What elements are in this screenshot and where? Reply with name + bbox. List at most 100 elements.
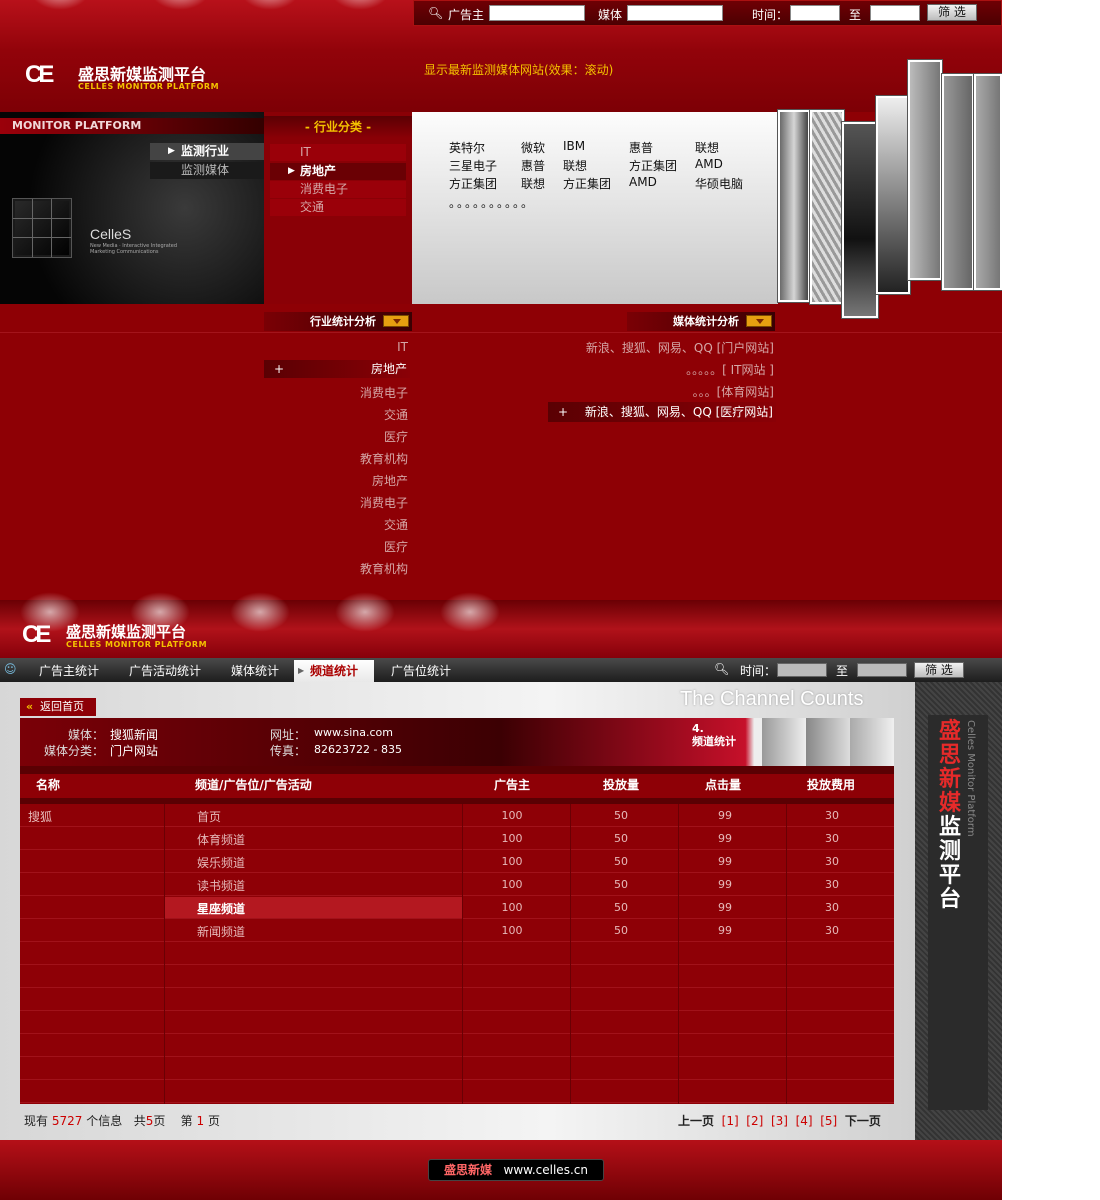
- tab-advertiser-stats[interactable]: 广告主统计: [39, 662, 99, 679]
- time-label: 时间：: [752, 8, 789, 22]
- tab-channel-stats[interactable]: ▶ 频道统计: [294, 660, 374, 684]
- channel-cell[interactable]: 娱乐频道: [197, 854, 245, 871]
- dropdown-arrow-icon[interactable]: [746, 315, 772, 327]
- page-link[interactable]: [4]: [796, 1114, 813, 1128]
- media-analysis-header[interactable]: 媒体统计分析: [627, 312, 775, 331]
- category-title: - 行业分类 -: [264, 116, 412, 138]
- value-cell: 99: [718, 878, 732, 891]
- back-home-button[interactable]: «返回首页: [20, 698, 96, 716]
- col-header-name: 名称: [36, 778, 61, 792]
- filter-button[interactable]: 筛 选: [914, 662, 964, 678]
- industry-item[interactable]: 房地产: [264, 472, 408, 489]
- plus-icon: +: [274, 362, 285, 376]
- time-to-input[interactable]: [857, 663, 907, 677]
- page-link[interactable]: [2]: [746, 1114, 763, 1128]
- photo-strip: [810, 110, 844, 304]
- media-item[interactable]: 。。。。。[ IT网站 ]: [548, 361, 774, 378]
- media-input[interactable]: [627, 5, 723, 21]
- page-link[interactable]: [5]: [820, 1114, 837, 1128]
- brand-link[interactable]: 英特尔: [449, 139, 485, 156]
- industry-item[interactable]: 医疗: [264, 428, 408, 445]
- media-item[interactable]: 。。。[体育网站]: [548, 383, 774, 400]
- industry-item[interactable]: IT: [264, 340, 408, 354]
- photo-strip: [942, 74, 974, 290]
- industry-item[interactable]: 教育机构: [264, 450, 408, 467]
- category-item[interactable]: IT: [270, 144, 406, 161]
- brand-link[interactable]: AMD: [695, 157, 723, 171]
- value-cell: 50: [614, 878, 628, 891]
- industry-item[interactable]: 交通: [264, 406, 408, 423]
- category-item-selected[interactable]: ▶ 房地产: [270, 163, 406, 180]
- menu-monitor-media[interactable]: 监测媒体: [150, 162, 264, 179]
- current-page: 1: [196, 1114, 205, 1128]
- brand-link[interactable]: 华硕电脑: [695, 175, 743, 192]
- col-header-advertiser: 广告主: [494, 778, 531, 792]
- channel-cell[interactable]: 读书频道: [197, 877, 245, 894]
- prev-page-link[interactable]: 上一页: [678, 1114, 714, 1128]
- brand-link[interactable]: 方正集团: [449, 175, 497, 192]
- channel-cell[interactable]: 首页: [197, 808, 221, 825]
- value-cell: 50: [614, 924, 628, 937]
- industry-item[interactable]: 消费电子: [264, 384, 408, 401]
- channel-cell[interactable]: 体育频道: [197, 831, 245, 848]
- industry-analysis-header[interactable]: 行业统计分析: [264, 312, 412, 331]
- brand-link[interactable]: 惠普: [629, 139, 653, 156]
- time-from-input[interactable]: [777, 663, 827, 677]
- brand-link[interactable]: 方正集团: [629, 157, 677, 174]
- brand-link[interactable]: 联想: [695, 139, 719, 156]
- page-link[interactable]: [3]: [771, 1114, 788, 1128]
- brand-link[interactable]: 惠普: [521, 157, 545, 174]
- brand-link[interactable]: 联想: [563, 157, 587, 174]
- tab-campaign-stats[interactable]: 广告活动统计: [129, 662, 201, 679]
- industry-item[interactable]: 教育机构: [264, 560, 408, 577]
- value-cell: 100: [501, 924, 523, 937]
- next-page-link[interactable]: 下一页: [845, 1114, 881, 1128]
- footer-url[interactable]: www.celles.cn: [504, 1163, 588, 1177]
- logo-subtitle: CELLES MONITOR PLATFORM: [66, 640, 208, 649]
- plus-icon: +: [558, 405, 569, 419]
- tab-placement-stats[interactable]: 广告位统计: [391, 662, 451, 679]
- photo-collage: [778, 58, 1002, 320]
- media-item-selected[interactable]: + 新浪、搜狐、网易、QQ [医疗网站]: [548, 402, 776, 422]
- arrow-icon: ▶: [288, 166, 295, 176]
- time-from-input[interactable]: [790, 5, 840, 21]
- media-label: 媒体: [598, 8, 623, 22]
- channel-cell[interactable]: 新闻频道: [197, 923, 245, 940]
- brand-name: CelleS: [90, 226, 132, 242]
- arrow-icon: ▶: [298, 666, 305, 675]
- value-cell: 100: [501, 901, 523, 914]
- logo-title: 盛思新媒监测平台: [66, 623, 187, 641]
- menu-monitor-industry[interactable]: ▶ 监测行业: [150, 143, 264, 160]
- industry-item-selected[interactable]: + 房地产: [264, 360, 410, 378]
- brand-link[interactable]: 联想: [521, 175, 545, 192]
- value-cell: 30: [825, 832, 839, 845]
- brand-link[interactable]: AMD: [629, 175, 657, 189]
- value-cell: 30: [825, 855, 839, 868]
- value-cell: 99: [718, 924, 732, 937]
- value-cell: 100: [501, 878, 523, 891]
- industry-item[interactable]: 医疗: [264, 538, 408, 555]
- media-item[interactable]: 新浪、搜狐、网易、QQ [门户网站]: [548, 339, 774, 356]
- industry-item[interactable]: 消费电子: [264, 494, 408, 511]
- advertiser-input[interactable]: [489, 5, 585, 21]
- brand-link[interactable]: 方正集团: [563, 175, 611, 192]
- category-item[interactable]: 消费电子: [270, 181, 406, 198]
- brand-link[interactable]: 微软: [521, 139, 545, 156]
- channel-cell[interactable]: 星座频道: [197, 900, 245, 917]
- back-arrow-icon: «: [26, 700, 34, 713]
- brand-link[interactable]: 三星电子: [449, 157, 497, 174]
- logo-icon: CE: [20, 620, 64, 650]
- tab-media-stats[interactable]: 媒体统计: [231, 662, 279, 679]
- brand-link[interactable]: IBM: [563, 139, 585, 153]
- category-panel: - 行业分类 - IT ▶ 房地产 消费电子 交通: [264, 112, 412, 304]
- category-item[interactable]: 交通: [270, 199, 406, 216]
- value-cell: 30: [825, 809, 839, 822]
- page-link[interactable]: [1]: [722, 1114, 739, 1128]
- brand-list: 英特尔 微软 IBM 惠普 联想 三星电子 惠普 联想 方正集团 AMD 方正集…: [412, 112, 778, 304]
- value-cell: 100: [501, 809, 523, 822]
- industry-item[interactable]: 交通: [264, 516, 408, 533]
- dropdown-arrow-icon[interactable]: [383, 315, 409, 327]
- monitor-platform-label: MONITOR PLATFORM: [0, 118, 264, 134]
- filter-button[interactable]: 筛 选: [927, 4, 977, 21]
- time-to-input[interactable]: [870, 5, 920, 21]
